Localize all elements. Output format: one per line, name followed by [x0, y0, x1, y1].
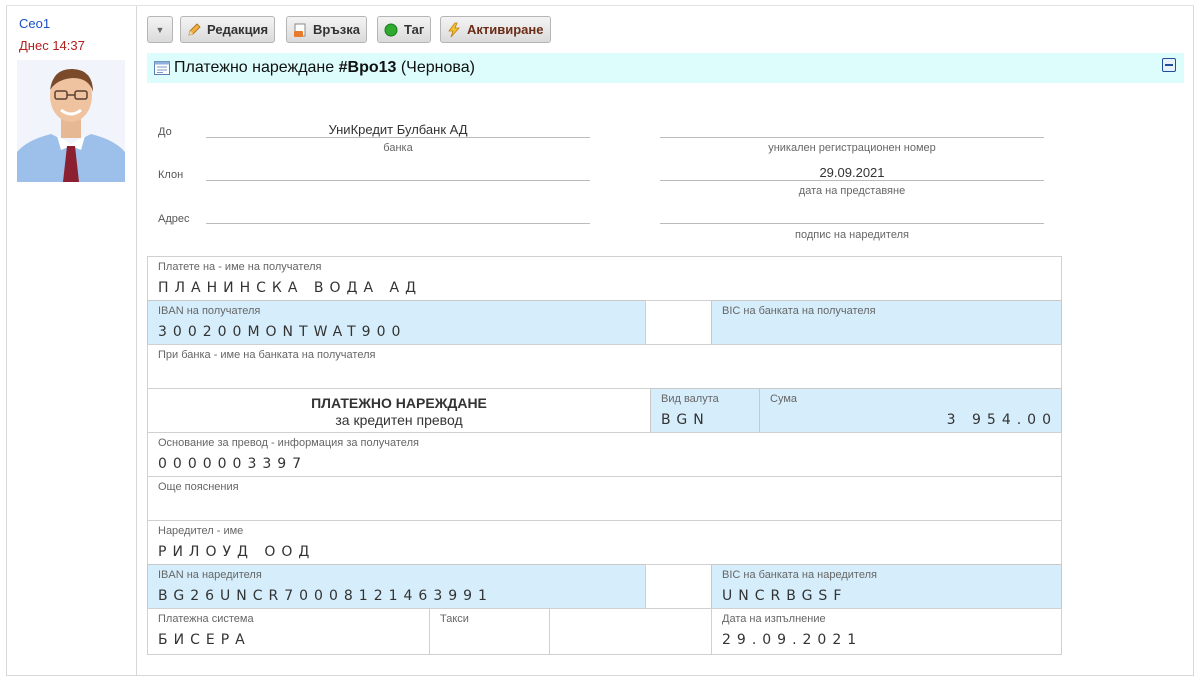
- reason-value: 0000003397: [158, 456, 308, 472]
- payer-bic-label: BIC на банката на наредителя: [722, 569, 877, 581]
- address-label: Адрес: [158, 213, 190, 225]
- avatar-photo-icon: [17, 60, 125, 182]
- reg-number-line: [660, 137, 1044, 138]
- avatar: [17, 60, 125, 182]
- payee-bank-cell: При банка - име на банката на получателя: [147, 344, 1062, 389]
- payee-iban-spacer: [645, 300, 712, 345]
- page-title: Платежно нареждане #Bpo13 (Чернова): [174, 59, 475, 77]
- tag-button[interactable]: Таг: [377, 16, 432, 43]
- link-button[interactable]: Връзка: [286, 16, 368, 43]
- payment-system-value: БИСЕРА: [158, 632, 251, 648]
- payer-name-value: РИЛОУД ООД: [158, 544, 316, 560]
- tag-button-label: Таг: [404, 22, 425, 37]
- notes-cell: Още пояснения: [147, 476, 1062, 521]
- payee-iban-label: IBAN на получателя: [158, 305, 261, 317]
- payee-iban-cell: IBAN на получателя 300200MONTWAT900: [147, 300, 646, 345]
- payer-bic-value: UNCRBGSF: [722, 588, 848, 604]
- payer-iban-value: BG26UNCR70008121463991: [158, 588, 493, 604]
- payment-order-icon: [154, 61, 170, 75]
- author-name-link[interactable]: Ceo1: [19, 16, 50, 31]
- activate-button[interactable]: Активиране: [440, 16, 551, 43]
- branch-line: [206, 180, 590, 181]
- document-link-icon: [294, 23, 306, 37]
- submission-date-line: [660, 180, 1044, 181]
- notes-label: Още пояснения: [158, 481, 239, 493]
- execution-date-label: Дата на изпълнение: [722, 613, 826, 625]
- reason-cell: Основание за превод - информация за полу…: [147, 432, 1062, 477]
- payment-system-label: Платежна система: [158, 613, 254, 625]
- edit-button[interactable]: Редакция: [180, 16, 276, 43]
- document-title-bar: Платежно нареждане #Bpo13 (Чернова): [147, 53, 1184, 83]
- payer-iban-label: IBAN на наредителя: [158, 569, 262, 581]
- payment-system-cell: Платежна система БИСЕРА: [147, 608, 430, 655]
- payer-iban-cell: IBAN на наредителя BG26UNCR7000812146399…: [147, 564, 646, 609]
- activate-button-label: Активиране: [467, 22, 544, 37]
- lightning-icon: [448, 22, 460, 37]
- fees-label: Такси: [440, 613, 469, 625]
- edit-button-label: Редакция: [207, 22, 269, 37]
- submission-date-caption: дата на представяне: [798, 185, 906, 197]
- title-prefix: Платежно нареждане: [174, 59, 339, 76]
- chevron-down-icon: ▼: [155, 24, 165, 35]
- currency-cell: Вид валута BGN: [650, 388, 760, 433]
- address-line: [206, 223, 590, 224]
- amount-value: 3 954.00: [946, 412, 1057, 428]
- document-status: (Чернова): [396, 59, 475, 76]
- amount-label: Сума: [770, 393, 798, 405]
- payee-bic-label: BIC на банката на получателя: [722, 305, 876, 317]
- bank-line: [206, 137, 590, 138]
- amount-cell: Сума 3 954.00: [759, 388, 1062, 433]
- document-type-cell: ПЛАТЕЖНО НАРЕЖДАНЕ за кредитен превод: [147, 388, 651, 433]
- reg-number-caption: уникален регистрационен номер: [768, 142, 936, 154]
- branch-label: Клон: [158, 169, 184, 181]
- payee-name-cell: Платете на - име на получателя ПЛАНИНСКА…: [147, 256, 1062, 301]
- signature-line: [660, 223, 1044, 224]
- post-time: Днес 14:37: [19, 38, 85, 53]
- to-label: До: [158, 126, 172, 138]
- currency-value: BGN: [661, 412, 710, 428]
- payee-iban-value: 300200MONTWAT900: [158, 324, 407, 340]
- pencil-icon: [188, 22, 201, 36]
- fees-cell: Такси: [429, 608, 550, 655]
- payee-name-label: Платете на - име на получателя: [158, 261, 322, 273]
- more-menu-button[interactable]: ▼: [147, 16, 173, 43]
- execution-date-value: 29.09.2021: [722, 632, 863, 648]
- bank-value: УниКредит Булбанк АД: [328, 122, 468, 137]
- green-dot-icon: [384, 23, 398, 36]
- document-id: #Bpo13: [338, 59, 397, 76]
- payer-name-label: Наредител - име: [158, 525, 244, 537]
- link-button-label: Връзка: [313, 22, 361, 37]
- payee-bic-cell: BIC на банката на получателя: [711, 300, 1062, 345]
- currency-label: Вид валута: [661, 393, 719, 405]
- bank-caption: банка: [383, 142, 413, 154]
- payer-iban-spacer: [645, 564, 712, 609]
- signature-caption: подпис на наредителя: [795, 229, 909, 241]
- fees-spacer: [549, 608, 712, 655]
- payment-form: Платете на - име на получателя ПЛАНИНСКА…: [147, 256, 1062, 655]
- collapse-button[interactable]: [1162, 58, 1176, 72]
- payer-bic-cell: BIC на банката на наредителя UNCRBGSF: [711, 564, 1062, 609]
- payer-name-cell: Наредител - име РИЛОУД ООД: [147, 520, 1062, 565]
- execution-date-cell: Дата на изпълнение 29.09.2021: [711, 608, 1062, 655]
- document-type-title: ПЛАТЕЖНО НАРЕЖДАНЕ: [311, 395, 487, 411]
- submission-date-value: 29.09.2021: [819, 165, 885, 180]
- document-type-subtitle: за кредитен превод: [335, 412, 463, 428]
- payee-bank-label: При банка - име на банката на получателя: [158, 349, 376, 361]
- payee-name-value: ПЛАНИНСКА ВОДА АД: [158, 280, 423, 296]
- reason-label: Основание за превод - информация за полу…: [158, 437, 419, 449]
